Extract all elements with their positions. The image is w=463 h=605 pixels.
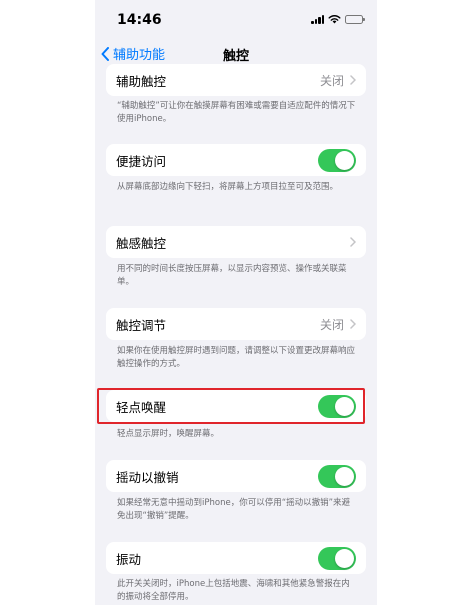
phone-screen: 14:46 辅助功能 触控 辅助触控 关闭 “辅助触控”可让你在触摸屏幕有困难或… — [95, 0, 377, 605]
status-bar: 14:46 — [95, 0, 377, 40]
chevron-right-icon — [350, 237, 356, 247]
vibration-toggle[interactable] — [318, 546, 356, 570]
cell-label: 便捷访问 — [116, 153, 167, 169]
vibration-cell: 振动 — [106, 542, 366, 574]
cell-label: 触感触控 — [116, 235, 167, 251]
page-title: 触控 — [222, 49, 249, 64]
shake-to-undo-footer: 如果经常无意中摇动到iPhone，你可以停用“摇动以撤销”来避免出现“撤销”提醒… — [117, 498, 351, 521]
assistive-touch-footer: “辅助触控”可让你在触摸屏幕有困难或需要自适应配件的情况下使用iPhone。 — [117, 101, 356, 124]
reachability-toggle[interactable] — [318, 148, 356, 172]
cell-label: 振动 — [116, 551, 142, 567]
touch-accommodations-footer: 如果你在使用触控屏时遇到问题，请调整以下设置更改屏幕响应触控操作的方式。 — [117, 346, 356, 369]
cell-value: 关闭 — [319, 317, 344, 332]
cell-value: 关闭 — [319, 73, 344, 88]
cell-label: 辅助触控 — [116, 73, 167, 89]
status-icons — [311, 14, 365, 24]
cell-label: 触控调节 — [116, 317, 167, 333]
shake-to-undo-cell: 摇动以撤销 — [106, 460, 366, 492]
status-time: 14:46 — [117, 12, 162, 28]
tap-to-wake-footer: 轻点显示屏时，唤醒屏幕。 — [117, 429, 220, 439]
haptic-touch-footer: 用不同的时间长度按压屏幕，以显示内容预览、操作或关联菜单。 — [117, 264, 347, 287]
cellular-signal-icon — [311, 14, 324, 24]
highlight-box — [97, 388, 365, 424]
vibration-footer: 此开关关闭时，iPhone上包括地震、海啸和其他紧急警报在内的振动将全部停用。 — [117, 579, 350, 602]
haptic-touch-cell[interactable]: 触感触控 — [106, 226, 366, 258]
battery-charging-icon — [345, 14, 365, 24]
reachability-footer: 从屏幕底部边缘向下轻扫，将屏幕上方项目拉至可及范围。 — [117, 182, 339, 192]
cell-label: 摇动以撤销 — [116, 469, 179, 485]
shake-to-undo-toggle[interactable] — [318, 464, 356, 488]
chevron-right-icon — [350, 75, 356, 85]
chevron-right-icon — [350, 319, 356, 329]
assistive-touch-cell[interactable]: 辅助触控 关闭 — [106, 64, 366, 96]
touch-accommodations-cell[interactable]: 触控调节 关闭 — [106, 308, 366, 340]
reachability-cell: 便捷访问 — [106, 144, 366, 176]
wifi-icon — [328, 15, 341, 24]
